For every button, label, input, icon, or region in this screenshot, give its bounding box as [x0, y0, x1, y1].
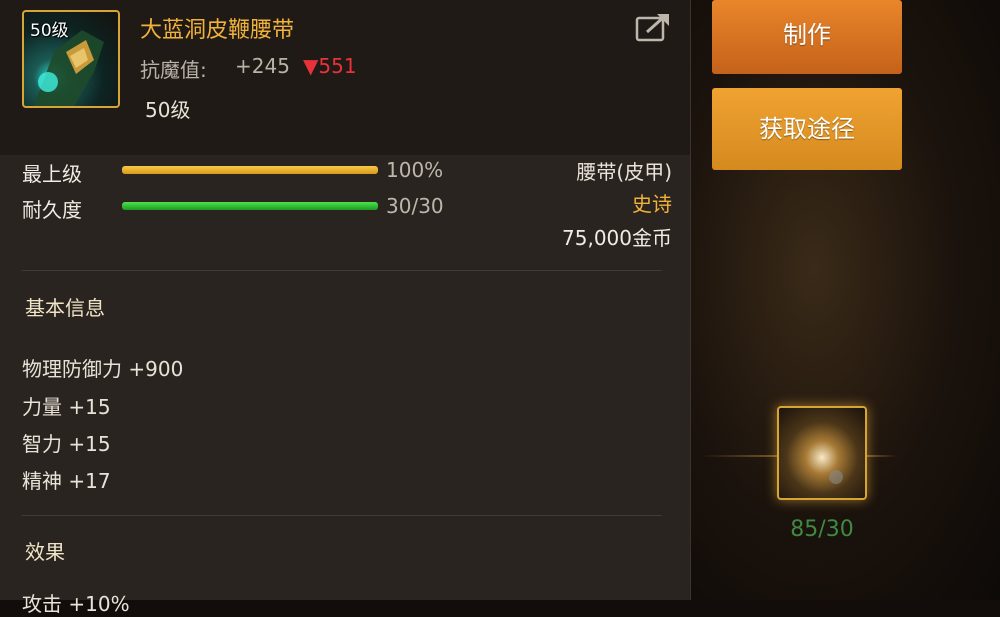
material-slot[interactable]: [777, 406, 867, 500]
grade-value: 100%: [386, 158, 444, 182]
item-price: 75,000金币: [562, 226, 672, 250]
durability-bar-fill: [122, 202, 378, 210]
resist-diff: ▼551: [303, 54, 357, 78]
item-type: 腰带(皮甲): [576, 160, 672, 184]
stat-label-durability: 耐久度: [22, 198, 82, 222]
resist-label: 抗魔值:: [140, 58, 207, 82]
obtain-source-button[interactable]: 获取途径: [712, 88, 902, 170]
connector-line: [867, 455, 897, 457]
attr-strength: 力量 +15: [22, 395, 111, 419]
connector-line: [700, 455, 777, 457]
effect-line: 攻击 +10%: [22, 592, 130, 616]
divider: [22, 515, 662, 516]
item-belt-icon: 50级: [22, 10, 120, 108]
divider: [22, 270, 662, 271]
resist-value: +245: [235, 54, 290, 78]
attr-intelligence: 智力 +15: [22, 432, 111, 456]
grade-bar: [122, 166, 378, 174]
item-header: 50级 大蓝洞皮鞭腰带 抗魔值: +245 ▼551 50级: [0, 0, 690, 155]
item-rarity: 史诗: [632, 192, 672, 216]
grade-bar-fill: [122, 166, 378, 174]
item-detail-panel: 50级 大蓝洞皮鞭腰带 抗魔值: +245 ▼551 50级 最上级 100% …: [0, 0, 691, 616]
section-basic-info: 基本信息: [25, 296, 105, 320]
attr-spirit: 精神 +17: [22, 469, 111, 493]
section-effects: 效果: [25, 540, 65, 564]
attr-physical-defense: 物理防御力 +900: [22, 357, 184, 381]
item-name: 大蓝洞皮鞭腰带: [140, 18, 295, 43]
material-count: 85/30: [790, 517, 854, 542]
item-level-badge: 50级: [30, 21, 69, 41]
durability-value: 30/30: [386, 194, 444, 218]
share-icon[interactable]: [635, 12, 673, 44]
durability-bar: [122, 202, 378, 210]
required-level: 50级: [145, 98, 191, 122]
make-button[interactable]: 制作: [712, 0, 902, 74]
stat-label-grade: 最上级: [22, 162, 82, 186]
material-orb-icon: [829, 470, 843, 484]
